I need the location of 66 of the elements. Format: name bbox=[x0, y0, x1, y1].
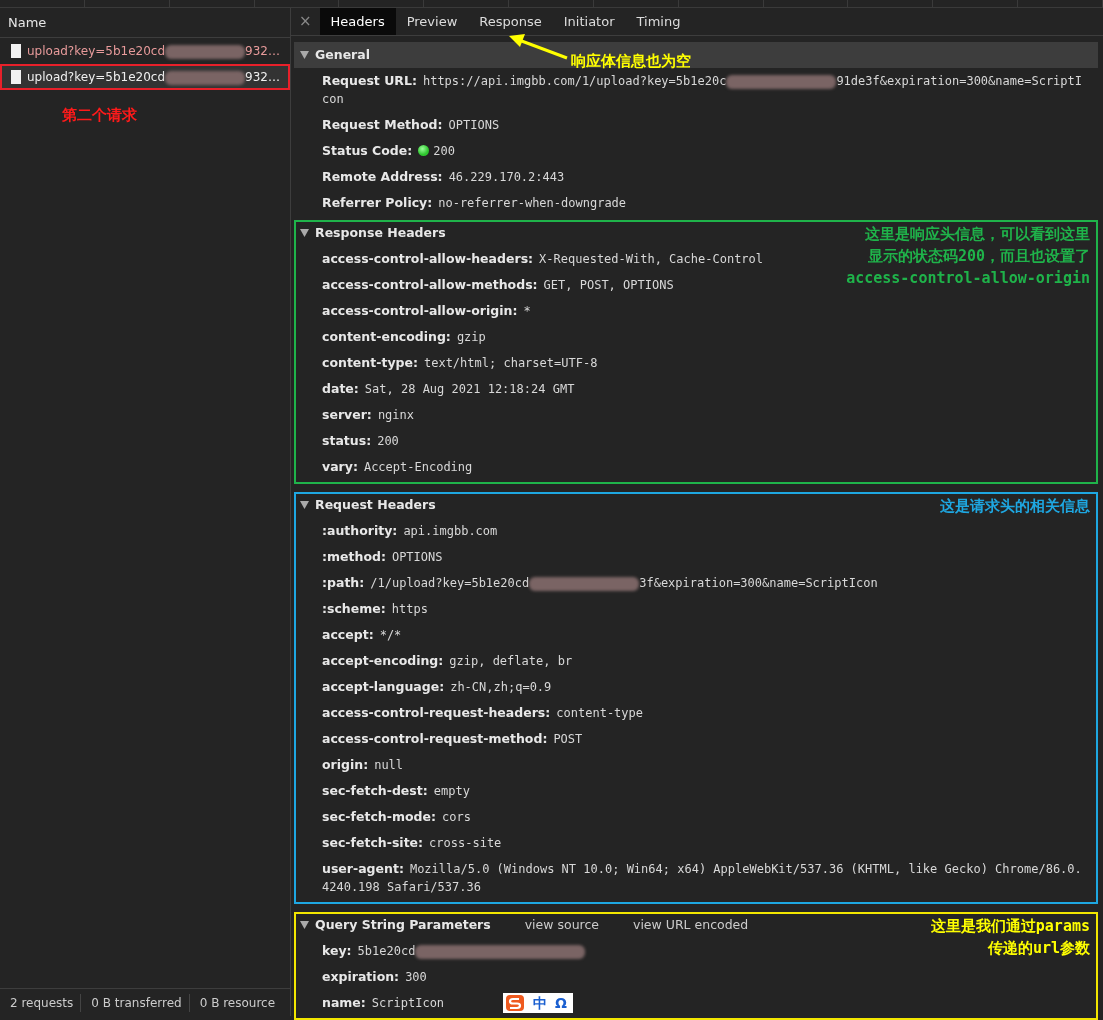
status-text: 0 B transferred bbox=[81, 993, 190, 1012]
header-line: sec-fetch-site: cross-site bbox=[322, 834, 502, 852]
header-line: Remote Address: 46.229.170.2:443 bbox=[322, 168, 565, 186]
header-line: origin: null bbox=[322, 756, 404, 774]
header-line: accept: */* bbox=[322, 626, 402, 644]
header-line: :method: OPTIONS bbox=[322, 548, 443, 566]
header-line: status: 200 bbox=[322, 432, 399, 450]
view-link[interactable]: view URL encoded bbox=[633, 915, 749, 935]
document-icon bbox=[11, 44, 21, 58]
tab[interactable]: Response bbox=[468, 8, 553, 35]
header-line: Request URL: https://api.imgbb.com/1/upload?key=5b1e20c 91de3f&expiration=300&name=ScriptIcon bbox=[322, 72, 1083, 108]
tab[interactable]: Timing bbox=[625, 8, 692, 35]
column-header[interactable]: Name bbox=[0, 8, 290, 38]
header-line: access-control-allow-headers: X-Requested-With, Cache-Control bbox=[322, 250, 764, 268]
header-line: access-control-request-headers: content-type bbox=[322, 704, 643, 722]
request-name: upload?key=5b1e20cd 932… bbox=[27, 69, 280, 86]
close-button[interactable]: × bbox=[291, 8, 320, 35]
header-line: vary: Accept-Encoding bbox=[322, 458, 473, 476]
tab[interactable]: Headers bbox=[319, 8, 396, 35]
annotation-note: 第二个请求 bbox=[61, 105, 138, 126]
header-line: user-agent: Mozilla/5.0 (Windows NT 10.0; Win64; x64) AppleWebKit/537.36 (KHTML, like Gecko) Chrome/86.0.4240.198 Safari/537.36 bbox=[322, 860, 1083, 896]
header-line: access-control-allow-origin: * bbox=[322, 302, 531, 320]
pointer-arrow bbox=[509, 34, 569, 60]
document-icon bbox=[11, 70, 21, 84]
status-text: 0 B resource bbox=[198, 994, 277, 1012]
view-link[interactable]: view source bbox=[524, 915, 599, 935]
header-line: :path: /1/upload?key=5b1e20cd 3f&expiration=300&name=ScriptIcon bbox=[322, 574, 878, 593]
header-line: Status Code: 200 bbox=[322, 142, 455, 160]
ime-toolbar[interactable]: 中 Ω bbox=[503, 993, 573, 1013]
header-line: access-control-request-method: POST bbox=[322, 730, 583, 748]
request-name: upload?key=5b1e20cd 932… bbox=[27, 43, 280, 60]
ime-mode-label[interactable]: Ω bbox=[555, 992, 567, 1014]
tab[interactable]: Initiator bbox=[552, 8, 626, 35]
header-line: Referrer Policy: no-referrer-when-downgrade bbox=[322, 194, 627, 212]
header-line: accept-encoding: gzip, deflate, br bbox=[322, 652, 573, 670]
annotation-note: 这里是我们通过params 传递的url参数 bbox=[930, 916, 1090, 959]
header-line: date: Sat, 28 Aug 2021 12:18:24 GMT bbox=[322, 380, 575, 398]
header-line: accept-language: zh-CN,zh;q=0.9 bbox=[322, 678, 552, 696]
request-row[interactable]: upload?key=5b1e20cd 932… bbox=[0, 64, 290, 90]
annotation-note: 这是请求头的相关信息 bbox=[940, 496, 1090, 517]
header-line: name: ScriptIcon bbox=[322, 994, 445, 1012]
header-line: content-type: text/html; charset=UTF-8 bbox=[322, 354, 598, 372]
header-line: :authority: api.imgbb.com bbox=[322, 522, 498, 540]
header-line: access-control-allow-methods: GET, POST, OPTIONS bbox=[322, 276, 674, 294]
expanded-triangle-icon[interactable] bbox=[300, 229, 309, 237]
header-line: Request Method: OPTIONS bbox=[322, 116, 500, 134]
ime-mode-label[interactable]: 中 bbox=[533, 992, 547, 1014]
header-line: key: 5b1e20cd bbox=[322, 938, 586, 964]
header-line: server: nginx bbox=[322, 406, 414, 424]
status-text: 2 requests bbox=[0, 993, 82, 1012]
header-line: content-encoding: gzip bbox=[322, 328, 486, 346]
section-title[interactable]: Response Headers bbox=[315, 223, 446, 243]
expanded-triangle-icon[interactable] bbox=[300, 501, 309, 509]
section-title[interactable]: Query String Parameters bbox=[315, 915, 491, 935]
header-line: :scheme: https bbox=[322, 600, 428, 618]
expanded-triangle-icon[interactable] bbox=[300, 51, 309, 59]
tab[interactable]: Preview bbox=[395, 8, 469, 35]
header-line: sec-fetch-dest: empty bbox=[322, 782, 470, 800]
header-line: sec-fetch-mode: cors bbox=[322, 808, 471, 826]
header-line: expiration: 300 bbox=[322, 968, 427, 986]
section-title[interactable]: Request Headers bbox=[315, 495, 436, 515]
input-method-logo-icon[interactable] bbox=[505, 994, 525, 1012]
section-title[interactable]: General bbox=[315, 45, 370, 65]
request-row[interactable]: upload?key=5b1e20cd 932… bbox=[0, 38, 290, 64]
annotation-note: 这里是响应头信息，可以看到这里 显示的状态码200，而且也设置了 access-control-allow-origin bbox=[846, 224, 1090, 289]
expanded-triangle-icon[interactable] bbox=[300, 921, 309, 929]
